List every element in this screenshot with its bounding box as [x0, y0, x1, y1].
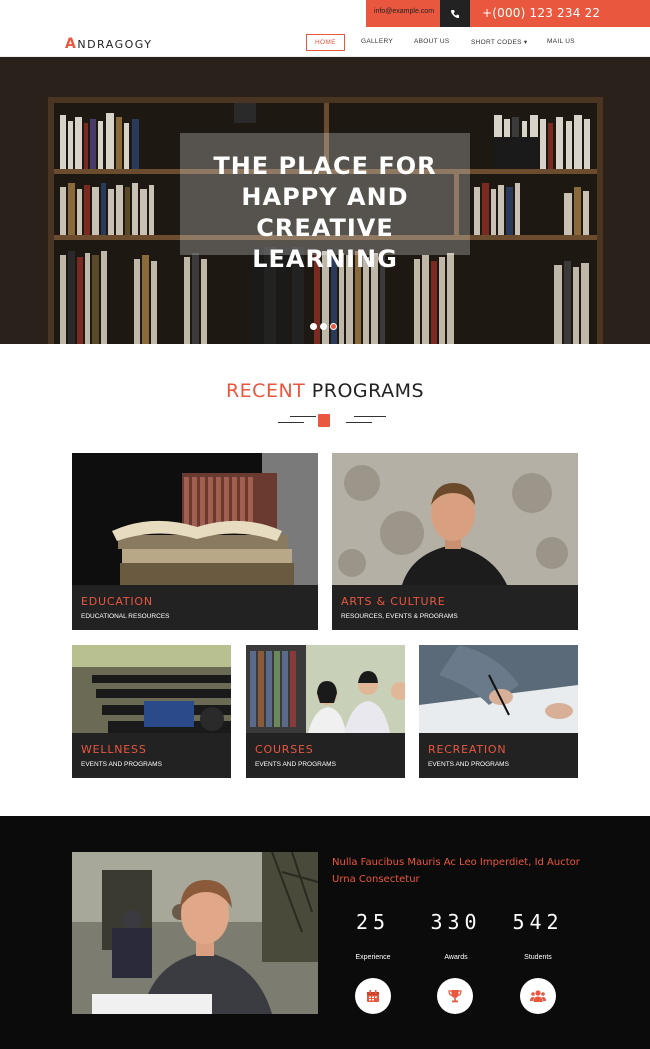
stat-label-students: Students	[524, 954, 552, 961]
nav-mail-us[interactable]: Mail Us	[547, 38, 575, 45]
top-bar-left	[0, 0, 366, 27]
card-subtitle: RESOURCES, EVENTS & PROGRAMS	[341, 613, 458, 620]
card-caption: COURSES EVENTS AND PROGRAMS	[246, 733, 405, 778]
nav-about-us[interactable]: About Us	[414, 38, 450, 45]
card-caption: WELLNESS EVENTS AND PROGRAMS	[72, 733, 231, 778]
arts-culture-image	[332, 453, 578, 585]
heading-divider-right	[354, 416, 386, 417]
card-title: WELLNESS	[81, 743, 147, 756]
slider-dot-active[interactable]	[330, 323, 337, 330]
program-card-wellness[interactable]: WELLNESS EVENTS AND PROGRAMS	[72, 645, 231, 778]
logo-text: NDRAGOGY	[77, 38, 153, 51]
phone-number: +(000) 123 234 22	[482, 6, 601, 20]
program-card-education[interactable]: EDUCATION EDUCATIONAL RESOURCES	[72, 453, 318, 630]
logo-initial: A	[65, 36, 78, 52]
program-card-arts-culture[interactable]: ARTS & CULTURE RESOURCES, EVENTS & PROGR…	[332, 453, 578, 630]
education-image	[72, 453, 318, 585]
programs-heading-rest: PROGRAMS	[305, 380, 425, 402]
card-title: RECREATION	[428, 743, 507, 756]
card-subtitle: EVENTS AND PROGRAMS	[428, 761, 509, 768]
nav-home[interactable]: Home	[306, 34, 345, 51]
slider-dot[interactable]	[310, 323, 317, 330]
recreation-image	[419, 645, 578, 733]
email-link[interactable]: info@example.com	[374, 8, 434, 15]
slider-dot[interactable]	[320, 323, 327, 330]
main-navigation: ANDRAGOGY Home Gallery About Us Short Co…	[0, 27, 650, 57]
programs-heading-accent: RECENT	[225, 380, 306, 402]
stats-heading: Nulla Faucibus Mauris Ac Leo Imperdiet, …	[332, 857, 580, 885]
book-icon	[318, 414, 330, 427]
wellness-image	[72, 645, 231, 733]
hero-title: THE PLACE FOR HAPPY AND CREATIVE LEARNIN…	[180, 151, 470, 275]
stat-label-awards: Awards	[444, 954, 468, 961]
users-icon	[520, 978, 556, 1014]
trophy-icon	[437, 978, 473, 1014]
stat-number-experience: 25	[355, 910, 391, 934]
courses-image	[246, 645, 405, 733]
card-caption: ARTS & CULTURE RESOURCES, EVENTS & PROGR…	[332, 585, 578, 630]
phone-icon	[440, 0, 470, 27]
site-logo[interactable]: ANDRAGOGY	[65, 36, 152, 52]
calendar-icon	[355, 978, 391, 1014]
card-caption: EDUCATION EDUCATIONAL RESOURCES	[72, 585, 318, 630]
card-title: EDUCATION	[81, 595, 153, 608]
programs-heading: RECENT PROGRAMS	[0, 380, 650, 402]
nav-short-codes-dropdown[interactable]: Short Codes ▾	[471, 38, 527, 46]
top-bar: info@example.com +(000) 123 234 22	[0, 0, 650, 27]
card-subtitle: EDUCATIONAL RESOURCES	[81, 613, 170, 620]
hero-slider: THE PLACE FOR HAPPY AND CREATIVE LEARNIN…	[0, 57, 650, 344]
hero-title-line: THE PLACE FOR	[213, 152, 437, 180]
heading-divider-right	[346, 422, 372, 423]
heading-divider-left	[278, 422, 304, 423]
card-title: COURSES	[255, 743, 314, 756]
hero-title-line: HAPPY AND CREATIVE	[241, 183, 409, 242]
card-subtitle: EVENTS AND PROGRAMS	[81, 761, 162, 768]
card-title: ARTS & CULTURE	[341, 595, 446, 608]
stat-number-students: 542	[512, 910, 564, 934]
stat-number-awards: 330	[430, 910, 482, 934]
student-photo	[72, 852, 318, 1014]
stats-section: Nulla Faucibus Mauris Ac Leo Imperdiet, …	[0, 816, 650, 1049]
program-card-recreation[interactable]: RECREATION EVENTS AND PROGRAMS	[419, 645, 578, 778]
nav-gallery[interactable]: Gallery	[361, 38, 393, 45]
slider-dots	[310, 323, 337, 330]
card-caption: RECREATION EVENTS AND PROGRAMS	[419, 733, 578, 778]
card-subtitle: EVENTS AND PROGRAMS	[255, 761, 336, 768]
hero-title-line: LEARNING	[252, 245, 398, 273]
heading-divider-left	[290, 416, 316, 417]
stat-label-experience: Experience	[355, 954, 391, 961]
program-card-courses[interactable]: COURSES EVENTS AND PROGRAMS	[246, 645, 405, 778]
